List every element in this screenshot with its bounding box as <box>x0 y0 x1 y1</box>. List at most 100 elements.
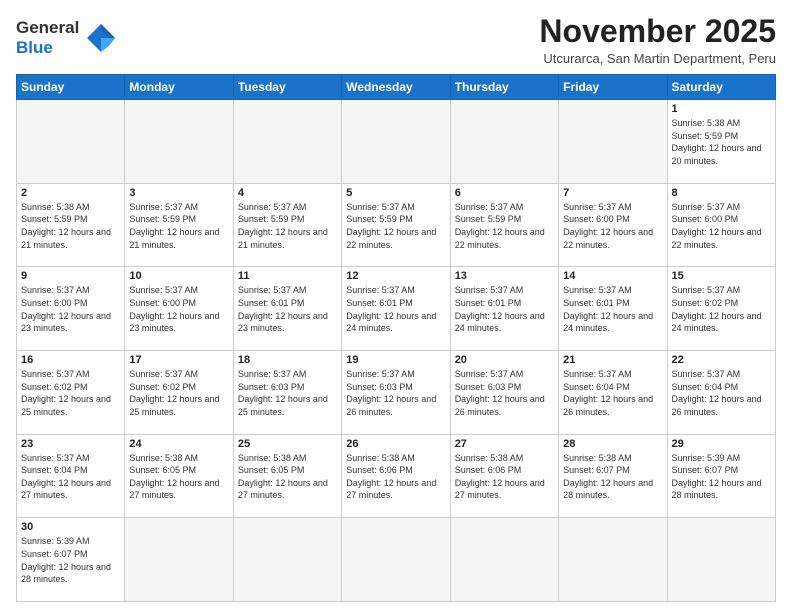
day-number: 21 <box>563 354 662 366</box>
day-number: 3 <box>129 187 228 199</box>
calendar-cell <box>233 100 341 184</box>
day-number: 29 <box>672 438 771 450</box>
day-number: 27 <box>455 438 554 450</box>
day-info: Sunrise: 5:37 AM Sunset: 6:00 PM Dayligh… <box>21 284 120 334</box>
day-number: 13 <box>455 270 554 282</box>
day-number: 8 <box>672 187 771 199</box>
calendar-table: SundayMondayTuesdayWednesdayThursdayFrid… <box>16 74 776 602</box>
calendar-cell <box>450 100 558 184</box>
day-number: 1 <box>672 103 771 115</box>
calendar-cell: 8 Sunrise: 5:37 AM Sunset: 6:00 PM Daylig… <box>667 183 775 267</box>
calendar-week-row: 16 Sunrise: 5:37 AM Sunset: 6:02 PM Dayli… <box>17 351 776 435</box>
day-info: Sunrise: 5:37 AM Sunset: 6:04 PM Dayligh… <box>672 368 771 418</box>
calendar-cell: 17Sunrise: 5:37 AM Sunset: 6:02 PM Dayli… <box>125 351 233 435</box>
calendar-cell: 16 Sunrise: 5:37 AM Sunset: 6:02 PM Dayli… <box>17 351 125 435</box>
day-number: 4 <box>238 187 337 199</box>
calendar-cell <box>342 100 450 184</box>
calendar-cell <box>125 100 233 184</box>
day-number: 18 <box>238 354 337 366</box>
calendar-week-row: 23 Sunrise: 5:37 AM Sunset: 6:04 PM Dayli… <box>17 434 776 518</box>
day-number: 16 <box>21 354 120 366</box>
day-info: Sunrise: 5:37 AM Sunset: 6:03 PM Dayligh… <box>346 368 445 418</box>
day-info: Sunrise: 5:38 AM Sunset: 6:06 PM Dayligh… <box>346 452 445 502</box>
day-header-monday: Monday <box>125 75 233 100</box>
calendar-cell: 22 Sunrise: 5:37 AM Sunset: 6:04 PM Dayli… <box>667 351 775 435</box>
calendar-cell: 7Sunrise: 5:37 AM Sunset: 6:00 PM Daylig… <box>559 183 667 267</box>
day-info: Sunrise: 5:37 AM Sunset: 6:01 PM Dayligh… <box>238 284 337 334</box>
calendar-cell: 6Sunrise: 5:37 AM Sunset: 5:59 PM Daylig… <box>450 183 558 267</box>
calendar-cell: 4 Sunrise: 5:37 AM Sunset: 5:59 PM Daylig… <box>233 183 341 267</box>
day-info: Sunrise: 5:37 AM Sunset: 6:04 PM Dayligh… <box>563 368 662 418</box>
logo-blue: Blue <box>16 38 79 58</box>
subtitle: Utcurarca, San Martin Department, Peru <box>539 51 776 66</box>
day-number: 5 <box>346 187 445 199</box>
logo-icon <box>83 20 119 56</box>
calendar-cell: 3Sunrise: 5:37 AM Sunset: 5:59 PM Daylig… <box>125 183 233 267</box>
calendar-cell: 30Sunrise: 5:39 AM Sunset: 6:07 PM Dayli… <box>17 518 125 602</box>
day-number: 25 <box>238 438 337 450</box>
day-number: 26 <box>346 438 445 450</box>
day-info: Sunrise: 5:37 AM Sunset: 6:02 PM Dayligh… <box>129 368 228 418</box>
day-info: Sunrise: 5:38 AM Sunset: 6:07 PM Dayligh… <box>563 452 662 502</box>
calendar-cell: 20 Sunrise: 5:37 AM Sunset: 6:03 PM Dayli… <box>450 351 558 435</box>
month-title: November 2025 <box>539 14 776 49</box>
day-header-friday: Friday <box>559 75 667 100</box>
calendar-week-row: 1 Sunrise: 5:38 AM Sunset: 5:59 PM Daylig… <box>17 100 776 184</box>
day-info: Sunrise: 5:37 AM Sunset: 6:00 PM Dayligh… <box>672 201 771 251</box>
day-info: Sunrise: 5:39 AM Sunset: 6:07 PM Dayligh… <box>672 452 771 502</box>
calendar-cell: 27 Sunrise: 5:38 AM Sunset: 6:06 PM Dayli… <box>450 434 558 518</box>
day-info: Sunrise: 5:37 AM Sunset: 6:02 PM Dayligh… <box>21 368 120 418</box>
day-info: Sunrise: 5:38 AM Sunset: 5:59 PM Dayligh… <box>21 201 120 251</box>
day-info: Sunrise: 5:37 AM Sunset: 6:04 PM Dayligh… <box>21 452 120 502</box>
calendar-cell <box>450 518 558 602</box>
day-number: 22 <box>672 354 771 366</box>
day-info: Sunrise: 5:37 AM Sunset: 5:59 PM Dayligh… <box>238 201 337 251</box>
calendar-cell: 29 Sunrise: 5:39 AM Sunset: 6:07 PM Dayli… <box>667 434 775 518</box>
calendar-cell <box>17 100 125 184</box>
day-header-saturday: Saturday <box>667 75 775 100</box>
calendar-cell <box>125 518 233 602</box>
calendar-cell <box>342 518 450 602</box>
calendar-cell: 5 Sunrise: 5:37 AM Sunset: 5:59 PM Daylig… <box>342 183 450 267</box>
title-block: November 2025 Utcurarca, San Martin Depa… <box>539 14 776 66</box>
calendar-week-row: 9 Sunrise: 5:37 AM Sunset: 6:00 PM Daylig… <box>17 267 776 351</box>
day-header-thursday: Thursday <box>450 75 558 100</box>
day-number: 7 <box>563 187 662 199</box>
day-info: Sunrise: 5:38 AM Sunset: 6:06 PM Dayligh… <box>455 452 554 502</box>
calendar-cell: 19 Sunrise: 5:37 AM Sunset: 6:03 PM Dayli… <box>342 351 450 435</box>
calendar-cell: 2 Sunrise: 5:38 AM Sunset: 5:59 PM Daylig… <box>17 183 125 267</box>
header: General Blue November 2025 Utcurarca, Sa… <box>16 14 776 66</box>
day-info: Sunrise: 5:37 AM Sunset: 6:01 PM Dayligh… <box>563 284 662 334</box>
day-number: 24 <box>129 438 228 450</box>
calendar-cell <box>559 518 667 602</box>
day-number: 9 <box>21 270 120 282</box>
day-number: 20 <box>455 354 554 366</box>
day-info: Sunrise: 5:37 AM Sunset: 6:02 PM Dayligh… <box>672 284 771 334</box>
day-number: 30 <box>21 521 120 533</box>
calendar-cell: 18 Sunrise: 5:37 AM Sunset: 6:03 PM Dayli… <box>233 351 341 435</box>
day-number: 12 <box>346 270 445 282</box>
day-info: Sunrise: 5:38 AM Sunset: 5:59 PM Dayligh… <box>672 117 771 167</box>
logo-general: General <box>16 18 79 37</box>
day-info: Sunrise: 5:37 AM Sunset: 6:03 PM Dayligh… <box>238 368 337 418</box>
calendar-cell: 21 Sunrise: 5:37 AM Sunset: 6:04 PM Dayli… <box>559 351 667 435</box>
calendar-cell: 14Sunrise: 5:37 AM Sunset: 6:01 PM Dayli… <box>559 267 667 351</box>
day-number: 23 <box>21 438 120 450</box>
calendar-cell <box>559 100 667 184</box>
day-number: 2 <box>21 187 120 199</box>
day-info: Sunrise: 5:38 AM Sunset: 6:05 PM Dayligh… <box>129 452 228 502</box>
day-info: Sunrise: 5:37 AM Sunset: 5:59 PM Dayligh… <box>346 201 445 251</box>
day-number: 6 <box>455 187 554 199</box>
day-number: 19 <box>346 354 445 366</box>
day-info: Sunrise: 5:37 AM Sunset: 6:03 PM Dayligh… <box>455 368 554 418</box>
logo: General Blue <box>16 18 119 57</box>
page: General Blue November 2025 Utcurarca, Sa… <box>0 0 792 612</box>
day-number: 10 <box>129 270 228 282</box>
calendar-header-row: SundayMondayTuesdayWednesdayThursdayFrid… <box>17 75 776 100</box>
calendar-cell: 24 Sunrise: 5:38 AM Sunset: 6:05 PM Dayli… <box>125 434 233 518</box>
calendar-cell: 13Sunrise: 5:37 AM Sunset: 6:01 PM Dayli… <box>450 267 558 351</box>
day-number: 15 <box>672 270 771 282</box>
day-header-tuesday: Tuesday <box>233 75 341 100</box>
day-info: Sunrise: 5:37 AM Sunset: 6:00 PM Dayligh… <box>129 284 228 334</box>
day-info: Sunrise: 5:38 AM Sunset: 6:05 PM Dayligh… <box>238 452 337 502</box>
